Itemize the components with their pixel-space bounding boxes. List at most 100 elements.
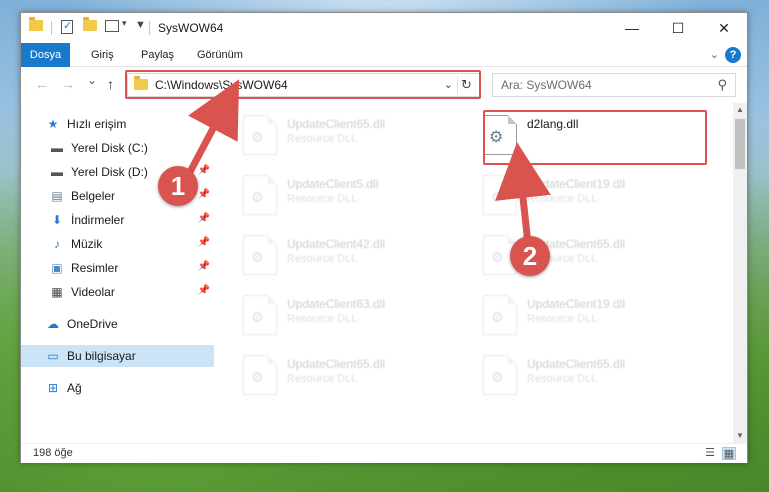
- file-item[interactable]: ⚙ UpdateClient19.dll Resource DLL: [481, 171, 701, 221]
- divider: [149, 21, 150, 35]
- new-folder-icon[interactable]: [83, 17, 97, 31]
- file-item[interactable]: ⚙ UpdateClient65.dll Resource DLL: [241, 111, 461, 161]
- item-count: 198 öğe: [33, 447, 73, 459]
- file-name: UpdateClient19.dll: [527, 297, 626, 311]
- file-type: Resource DLL: [287, 313, 358, 325]
- sidebar-item-label: İndirmeler: [71, 213, 125, 227]
- sidebar-item-label: Yerel Disk (C:): [71, 141, 148, 155]
- close-button[interactable]: ✕: [701, 13, 747, 43]
- file-item[interactable]: ⚙ UpdateClient65.dll Resource DLL: [481, 351, 701, 401]
- sidebar-item-this-pc[interactable]: ▭ Bu bilgisayar: [21, 345, 214, 367]
- file-item[interactable]: ⚙ UpdateClient65.dll Resource DLL: [241, 351, 461, 401]
- file-item[interactable]: ⚙ UpdateClient63.dll Resource DLL: [241, 291, 461, 341]
- pin-icon[interactable]: 📌: [198, 165, 210, 176]
- scroll-thumb[interactable]: [735, 119, 745, 169]
- cloud-icon: ☁: [47, 317, 59, 331]
- folder-icon: [29, 17, 43, 31]
- dll-file-icon: ⚙: [483, 355, 517, 395]
- sidebar-item-network[interactable]: ⊞ Ağ: [21, 377, 214, 399]
- sidebar-item-label: Belgeler: [71, 189, 116, 203]
- file-type: Resource DLL: [287, 373, 358, 385]
- sidebar-item-disk-c[interactable]: ▬ Yerel Disk (C:): [21, 137, 214, 159]
- sidebar-item-label: Müzik: [71, 237, 103, 251]
- navigation-bar: ← → ⌄ ↑ C:\Windows\SysWOW64 ⌄ ↻ Ara: Sys…: [21, 67, 747, 103]
- ribbon-expand-icon[interactable]: ⌄: [710, 48, 719, 61]
- file-type: Resource DLL: [527, 313, 598, 325]
- tab-share[interactable]: Paylaş: [133, 43, 182, 67]
- pin-icon[interactable]: 📌: [198, 237, 210, 248]
- back-button[interactable]: ←: [35, 76, 49, 92]
- file-name: UpdateClient65.dll: [287, 117, 386, 131]
- sidebar-item-label: Resimler: [71, 261, 119, 275]
- tab-view[interactable]: Görünüm: [189, 43, 251, 67]
- pin-icon[interactable]: 📌: [198, 285, 210, 296]
- pin-icon[interactable]: 📌: [198, 213, 210, 224]
- pin-icon[interactable]: 📌: [198, 261, 210, 272]
- dll-file-icon: ⚙: [243, 115, 277, 155]
- sidebar-item-quick-access[interactable]: ★ Hızlı erişim: [21, 113, 214, 135]
- file-name: UpdateClient63.dll: [287, 297, 386, 311]
- properties-check-icon[interactable]: [61, 19, 73, 34]
- recent-locations-button[interactable]: ⌄: [87, 73, 97, 87]
- customize-dropdown-icon[interactable]: ▾: [122, 18, 127, 29]
- file-type: Resource DLL: [287, 253, 358, 265]
- tab-file[interactable]: Dosya: [21, 43, 70, 67]
- tiles-view-icon[interactable]: ▦: [722, 447, 736, 460]
- search-box[interactable]: Ara: SysWOW64 ⚲: [492, 73, 736, 97]
- sidebar-item-label: Videolar: [71, 285, 115, 299]
- pictures-icon: ▣: [51, 261, 63, 275]
- file-name: UpdateClient5.dll: [287, 177, 379, 191]
- search-input[interactable]: Ara: SysWOW64: [501, 78, 592, 92]
- divider: [51, 21, 52, 35]
- maximize-button[interactable]: ☐: [655, 13, 701, 43]
- help-icon[interactable]: ?: [725, 47, 741, 63]
- file-name: UpdateClient19.dll: [527, 177, 626, 191]
- sidebar-item-pictures[interactable]: ▣ Resimler 📌: [21, 257, 214, 279]
- ribbon-tabs: Dosya Giriş Paylaş Görünüm ⌄ ?: [21, 43, 747, 67]
- scroll-down-icon[interactable]: ▼: [733, 429, 747, 443]
- file-highlight-box: [483, 110, 707, 165]
- pin-icon[interactable]: 📌: [198, 189, 210, 200]
- title-bar: ▾ ▼ SysWOW64 — ☐ ✕: [21, 13, 747, 43]
- search-icon[interactable]: ⚲: [717, 77, 727, 93]
- customize-icon[interactable]: [105, 20, 119, 32]
- sidebar-item-label: Yerel Disk (D:): [71, 165, 148, 179]
- star-icon: ★: [47, 117, 59, 131]
- file-item[interactable]: ⚙ UpdateClient5.dll Resource DLL: [241, 171, 461, 221]
- step-badge-2: 2: [510, 236, 550, 276]
- sidebar-item-label: Hızlı erişim: [67, 117, 127, 131]
- vertical-scrollbar[interactable]: ▲ ▼: [733, 103, 747, 443]
- file-name: UpdateClient65.dll: [527, 357, 626, 371]
- file-name: UpdateClient65.dll: [287, 357, 386, 371]
- file-item[interactable]: ⚙ UpdateClient19.dll Resource DLL: [481, 291, 701, 341]
- sidebar-item-label: OneDrive: [67, 317, 118, 331]
- network-icon: ⊞: [47, 381, 59, 395]
- status-bar: 198 öğe ☰ ▦: [21, 443, 747, 463]
- sidebar-item-onedrive[interactable]: ☁ OneDrive: [21, 313, 214, 335]
- tab-home[interactable]: Giriş: [83, 43, 122, 67]
- up-button[interactable]: ↑: [107, 76, 114, 92]
- dll-file-icon: ⚙: [483, 175, 517, 215]
- sidebar-item-downloads[interactable]: ⬇ İndirmeler 📌: [21, 209, 214, 231]
- minimize-button[interactable]: —: [609, 13, 655, 43]
- file-type: Resource DLL: [287, 193, 358, 205]
- scroll-up-icon[interactable]: ▲: [733, 103, 747, 117]
- file-item[interactable]: ⚙ UpdateClient42.dll Resource DLL: [241, 231, 461, 281]
- qat-dropdown-icon[interactable]: ▼: [135, 19, 146, 31]
- sidebar-item-label: Bu bilgisayar: [67, 349, 136, 363]
- file-type: Resource DLL: [527, 193, 598, 205]
- sidebar-item-videos[interactable]: ▦ Videolar 📌: [21, 281, 214, 303]
- file-type: Resource DLL: [527, 373, 598, 385]
- dll-file-icon: ⚙: [243, 295, 277, 335]
- step-badge-1: 1: [158, 166, 198, 206]
- navigation-pane: ★ Hızlı erişim ▬ Yerel Disk (C:) ▬ Yerel…: [21, 103, 219, 443]
- download-icon: ⬇: [51, 213, 63, 227]
- address-highlight-box: [125, 70, 481, 99]
- dll-file-icon: ⚙: [243, 175, 277, 215]
- details-view-icon[interactable]: ☰: [703, 447, 717, 460]
- forward-button[interactable]: →: [61, 76, 75, 92]
- sidebar-item-music[interactable]: ♪ Müzik 📌: [21, 233, 214, 255]
- documents-icon: ▤: [51, 189, 63, 203]
- explorer-window: ▾ ▼ SysWOW64 — ☐ ✕ Dosya Giriş Paylaş Gö…: [20, 12, 748, 463]
- drive-icon: ▬: [51, 165, 63, 179]
